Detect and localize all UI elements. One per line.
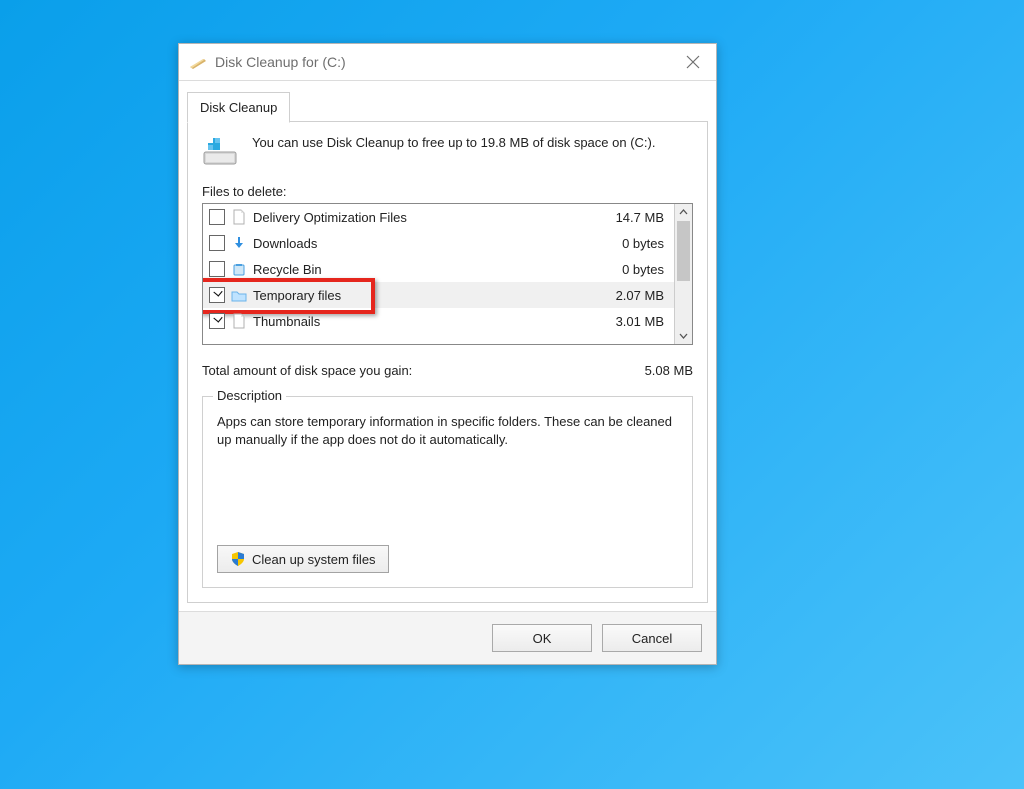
file-checkbox[interactable] — [209, 261, 225, 277]
intro-text: You can use Disk Cleanup to free up to 1… — [252, 134, 655, 152]
file-size: 0 bytes — [584, 262, 668, 277]
recycle-icon — [231, 261, 247, 277]
file-checkbox[interactable] — [209, 209, 225, 225]
file-icon — [231, 209, 247, 225]
window-body: Disk Cleanup — [179, 89, 716, 603]
total-row: Total amount of disk space you gain: 5.0… — [202, 363, 693, 378]
clean-system-files-button[interactable]: Clean up system files — [217, 545, 389, 573]
total-value: 5.08 MB — [645, 363, 693, 378]
description-groupbox: Description Apps can store temporary inf… — [202, 396, 693, 588]
file-size: 3.01 MB — [584, 314, 668, 329]
file-row[interactable]: Recycle Bin 0 bytes — [203, 256, 674, 282]
scroll-track[interactable] — [675, 221, 692, 327]
scroll-up-button[interactable] — [675, 204, 692, 221]
ok-button[interactable]: OK — [492, 624, 592, 652]
file-checkbox[interactable] — [209, 287, 225, 303]
ok-label: OK — [533, 631, 552, 646]
intro-section: You can use Disk Cleanup to free up to 1… — [202, 134, 693, 170]
folder-icon — [231, 287, 247, 303]
disk-cleanup-window: Disk Cleanup for (C:) Disk Cleanup — [178, 43, 717, 665]
close-icon — [686, 55, 700, 69]
description-legend: Description — [213, 388, 286, 403]
chevron-up-icon — [679, 208, 688, 217]
clean-system-files-label: Clean up system files — [252, 552, 376, 567]
file-name: Delivery Optimization Files — [253, 210, 578, 225]
scroll-down-button[interactable] — [675, 327, 692, 344]
file-row[interactable]: Thumbnails 3.01 MB — [203, 308, 674, 334]
file-checkbox[interactable] — [209, 235, 225, 251]
chevron-down-icon — [679, 331, 688, 340]
download-icon — [231, 235, 247, 251]
window-title: Disk Cleanup for (C:) — [215, 54, 346, 70]
file-icon — [231, 313, 247, 329]
title-bar[interactable]: Disk Cleanup for (C:) — [179, 44, 716, 81]
file-size: 2.07 MB — [584, 288, 668, 303]
file-row[interactable]: Downloads 0 bytes — [203, 230, 674, 256]
file-name: Temporary files — [253, 288, 578, 303]
desktop-background: Disk Cleanup for (C:) Disk Cleanup — [0, 0, 1024, 789]
description-text: Apps can store temporary information in … — [217, 413, 678, 523]
total-label: Total amount of disk space you gain: — [202, 363, 645, 378]
file-row[interactable]: Temporary files 2.07 MB — [203, 282, 674, 308]
drive-icon — [202, 134, 238, 170]
vertical-scrollbar[interactable] — [674, 204, 692, 344]
shield-icon — [230, 551, 246, 567]
tab-disk-cleanup[interactable]: Disk Cleanup — [187, 92, 290, 123]
file-size: 14.7 MB — [584, 210, 668, 225]
file-name: Thumbnails — [253, 314, 578, 329]
file-checkbox[interactable] — [209, 313, 225, 329]
tab-content: You can use Disk Cleanup to free up to 1… — [187, 122, 708, 603]
close-button[interactable] — [670, 44, 716, 80]
dialog-footer: OK Cancel — [179, 611, 716, 664]
files-listbox[interactable]: Delivery Optimization Files 14.7 MB Downlo… — [202, 203, 693, 345]
file-name: Recycle Bin — [253, 262, 578, 277]
file-name: Downloads — [253, 236, 578, 251]
disk-cleanup-icon — [189, 53, 207, 71]
files-list-inner: Delivery Optimization Files 14.7 MB Downlo… — [203, 204, 674, 344]
file-row[interactable]: Delivery Optimization Files 14.7 MB — [203, 204, 674, 230]
cancel-button[interactable]: Cancel — [602, 624, 702, 652]
tab-label: Disk Cleanup — [200, 100, 277, 115]
scroll-thumb[interactable] — [677, 221, 690, 281]
tab-strip: Disk Cleanup — [187, 89, 708, 122]
cancel-label: Cancel — [632, 631, 672, 646]
file-size: 0 bytes — [584, 236, 668, 251]
files-to-delete-label: Files to delete: — [202, 184, 693, 199]
